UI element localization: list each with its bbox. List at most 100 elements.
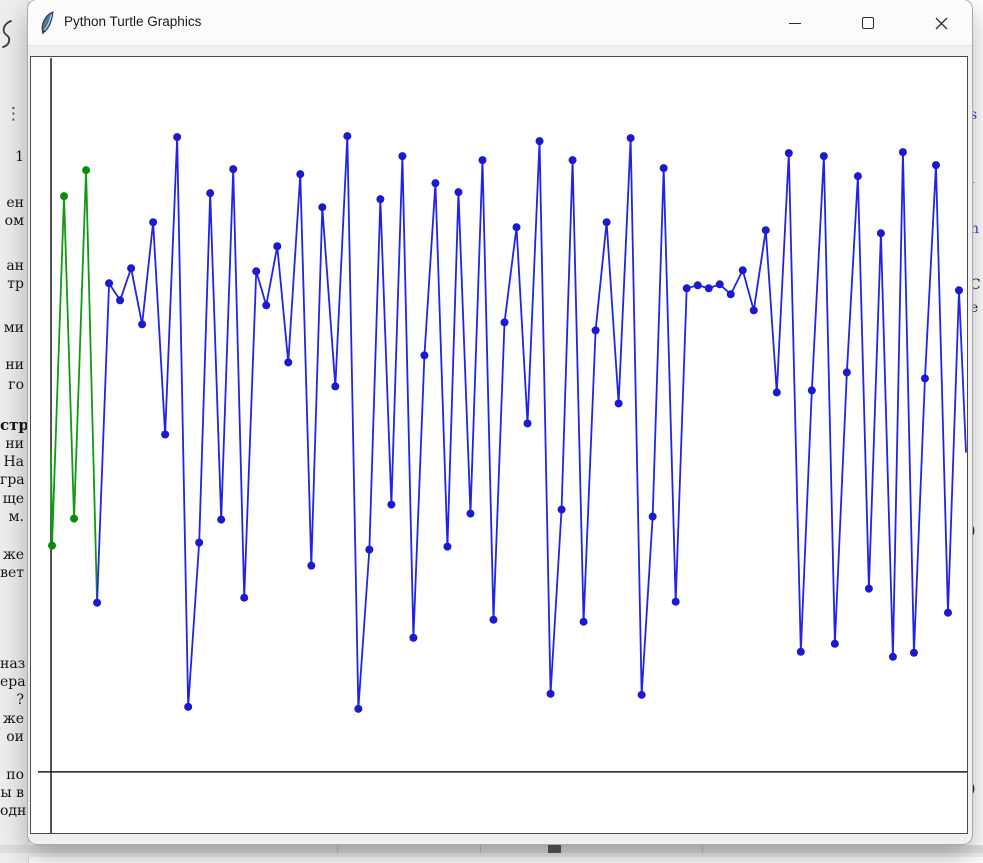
data-point [649,513,657,521]
data-point [683,284,691,292]
data-point [501,318,509,326]
data-point [443,543,451,551]
data-point [82,166,90,174]
data-point [149,218,157,226]
data-point [910,649,918,657]
data-point [229,165,237,173]
data-point [376,195,384,203]
data-point [547,690,555,698]
tk-feather-icon [37,11,59,35]
data-point [820,152,828,160]
data-point [105,279,113,287]
data-point [627,134,635,142]
window-title: Python Turtle Graphics [64,14,201,29]
window-titlebar[interactable]: Python Turtle Graphics [28,0,972,46]
close-icon [935,17,948,30]
data-point [307,562,315,570]
background-text-fragment: гра [0,473,24,487]
data-point [592,326,600,334]
data-point [318,203,326,211]
data-point [889,653,897,661]
data-point [899,148,907,156]
data-point [762,226,770,234]
data-point [252,267,260,275]
background-text-fragment: стр [0,418,24,433]
data-point [785,149,793,157]
scrollbar-separator [337,845,338,853]
turtle-canvas-area [30,56,968,834]
data-point [797,648,805,656]
data-point [195,539,203,547]
data-point [409,634,417,642]
data-point [60,192,68,200]
maximize-icon [862,17,874,29]
data-point [638,691,646,699]
data-point [513,223,521,231]
minimize-icon [789,23,801,24]
scrollbar-separator [702,845,703,853]
data-point [161,430,169,438]
background-text-fragment: одн [0,804,24,818]
data-point [615,399,623,407]
kebab-menu-icon: ⋮ [5,106,22,123]
data-point [365,546,373,554]
data-point [296,170,304,178]
data-point [173,133,181,141]
data-point [854,172,862,180]
background-text-fragment: по [0,768,24,782]
background-text-fragment: ера [0,675,24,689]
background-text-fragment: ни [0,437,24,451]
data-point [727,290,735,298]
data-point [865,585,873,593]
data-point [431,179,439,187]
data-point [831,640,839,648]
data-point [660,164,668,172]
background-text-fragment: м. [0,510,24,524]
blue-walk-series [93,132,966,713]
close-button[interactable] [920,8,962,38]
data-point [536,137,544,145]
data-point [955,286,963,294]
data-point [273,242,281,250]
data-point [808,386,816,394]
data-point [932,161,940,169]
data-point [524,419,532,427]
data-point [343,132,351,140]
data-point [739,266,747,274]
data-point [705,284,713,292]
background-bottom-strip [0,853,983,857]
background-text-fragment: ан [0,259,24,273]
data-point [716,280,724,288]
data-point [558,506,566,514]
background-text-fragment: тр [0,277,24,291]
data-point [773,388,781,396]
scrollbar-separator [480,845,481,853]
background-page-left-edge: ⋮ 1еномантрминигострниНагращем.жеветназе… [0,0,29,863]
background-text-fragment: На [0,455,24,469]
data-point [184,703,192,711]
background-text-fragment: вет [0,566,24,580]
blue-walk-polyline [97,136,966,709]
background-text-fragment: же [0,712,24,726]
data-point [354,705,362,713]
background-text-fragment: 1 [0,150,24,164]
data-point [398,152,406,160]
background-cursor-fragment [0,18,14,50]
data-point [387,501,395,509]
data-point [206,189,214,197]
data-point [454,188,462,196]
data-point [420,351,428,359]
data-point [217,516,225,524]
data-point [331,382,339,390]
maximize-button[interactable] [847,8,889,38]
minimize-button[interactable] [774,8,816,38]
green-start-series [48,166,97,603]
background-text-fragment: ни [0,358,24,372]
data-point [489,616,497,624]
data-point [466,510,474,518]
data-point [240,594,248,602]
data-point [569,156,577,164]
data-point [127,264,135,272]
background-text-fragment: го [0,378,24,392]
data-point [284,358,292,366]
